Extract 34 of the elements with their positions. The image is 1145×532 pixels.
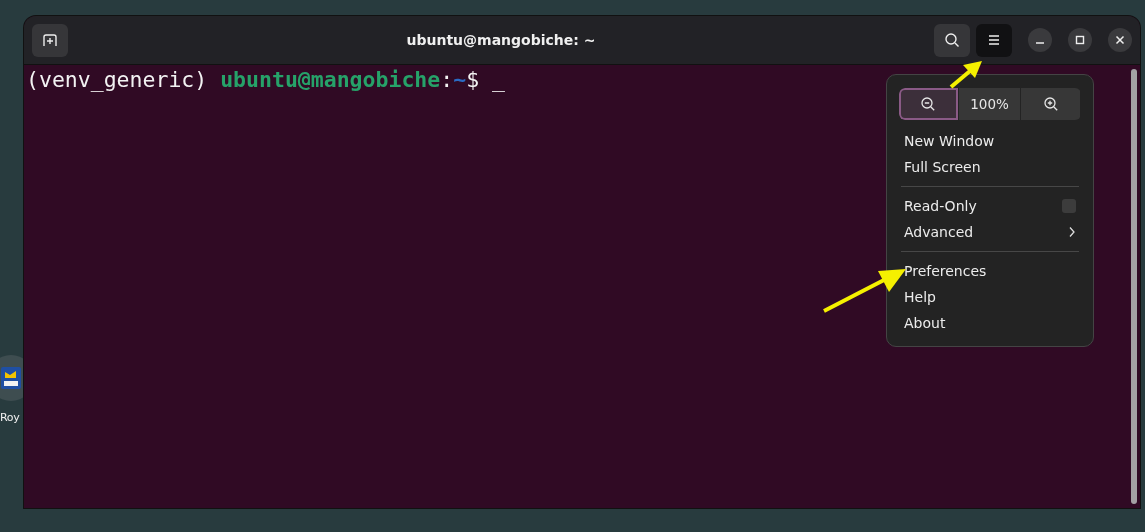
zoom-out-button[interactable]	[899, 88, 958, 120]
app-logo-icon[interactable]	[1, 367, 21, 389]
scrollbar[interactable]	[1131, 69, 1137, 504]
chevron-right-icon	[1068, 226, 1076, 238]
new-tab-button[interactable]	[32, 23, 68, 57]
maximize-button[interactable]	[1068, 28, 1092, 52]
menu-item-label: Advanced	[904, 224, 974, 240]
search-icon	[944, 32, 960, 48]
zoom-reset-button[interactable]: 100%	[958, 88, 1021, 120]
zoom-in-icon	[1042, 96, 1059, 112]
new-tab-icon	[42, 32, 58, 48]
menu-item[interactable]: Preferences	[899, 258, 1081, 284]
menu-item-label: Read-Only	[904, 198, 977, 214]
menu-icon	[986, 32, 1002, 48]
terminal-line: (venv_generic) ubuntu@mangobiche:~$ _	[26, 67, 505, 92]
menu-item[interactable]: Read-Only	[899, 193, 1081, 219]
close-icon	[1115, 35, 1125, 45]
maximize-icon	[1075, 35, 1085, 45]
zoom-out-icon	[920, 96, 937, 112]
minimize-button[interactable]	[1028, 28, 1052, 52]
menu-item[interactable]: About	[899, 310, 1081, 336]
menu-item[interactable]: Help	[899, 284, 1081, 310]
menu-item[interactable]: New Window	[899, 128, 1081, 154]
menu-item[interactable]: Full Screen	[899, 154, 1081, 180]
close-button[interactable]	[1108, 28, 1132, 52]
window-title: ubuntu@mangobiche: ~	[405, 32, 597, 48]
minimize-icon	[1036, 42, 1044, 44]
menu-item[interactable]: Advanced	[899, 219, 1081, 245]
zoom-in-button[interactable]	[1021, 88, 1080, 120]
checkbox[interactable]	[1062, 199, 1076, 213]
menu-button[interactable]	[976, 23, 1012, 57]
search-button[interactable]	[934, 23, 970, 57]
pointer-arrow	[948, 60, 984, 90]
desktop-icon-label: Roy	[0, 411, 20, 424]
